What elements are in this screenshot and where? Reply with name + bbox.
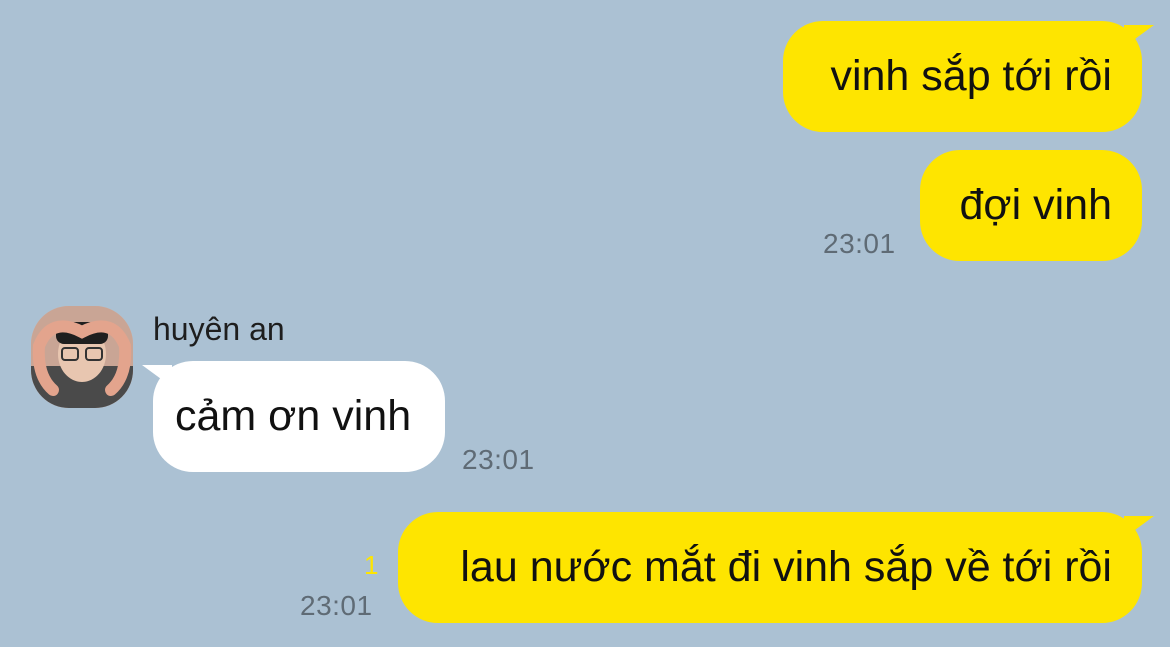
avatar[interactable] <box>31 306 133 408</box>
bubble-tail <box>1124 25 1154 47</box>
message-timestamp: 23:01 <box>823 228 896 259</box>
outgoing-message-bubble[interactable]: đợi vinh <box>920 150 1142 261</box>
outgoing-message-bubble[interactable]: lau nước mắt đi vinh sắp về tới rồi <box>398 512 1142 623</box>
chat-window: vinh sắp tới rồi đợi vinh 23:01 huyên an… <box>0 0 1170 647</box>
unread-count: 1 <box>364 550 379 580</box>
bubble-tail <box>1124 516 1154 538</box>
outgoing-message-bubble[interactable]: vinh sắp tới rồi <box>783 21 1142 132</box>
avatar-photo-icon <box>31 306 133 408</box>
incoming-message-bubble[interactable]: cảm ơn vinh <box>153 361 445 472</box>
message-timestamp: 23:01 <box>462 444 535 475</box>
message-timestamp: 23:01 <box>300 590 373 621</box>
sender-name: huyên an <box>153 311 285 347</box>
